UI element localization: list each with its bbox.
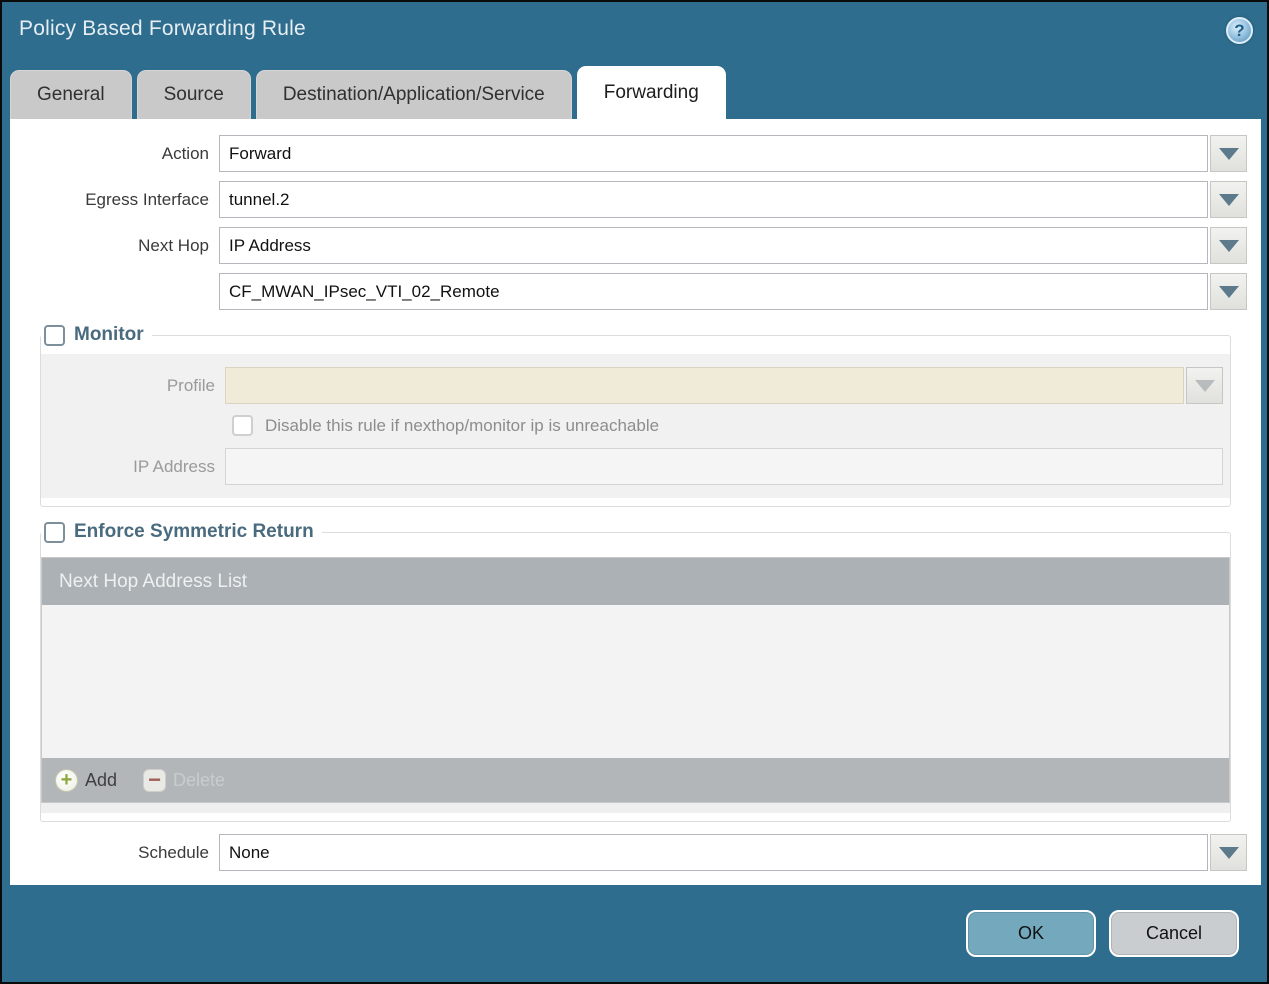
schedule-label: Schedule	[138, 842, 209, 862]
chevron-down-icon	[1218, 147, 1239, 160]
chevron-down-icon	[1194, 379, 1215, 392]
enforce-symmetric-return-section: Enforce Symmetric Return Next Hop Addres…	[40, 521, 1231, 822]
monitor-panel: Profile Disable this rule if nexthop/mon…	[41, 354, 1230, 498]
add-button[interactable]: + Add	[55, 768, 118, 792]
tab-bar: General Source Destination/Application/S…	[2, 66, 1267, 119]
schedule-row: Schedule	[10, 834, 1247, 871]
plus-icon: +	[55, 768, 78, 792]
help-icon[interactable]: ?	[1226, 17, 1253, 44]
delete-button[interactable]: − Delete	[143, 768, 226, 792]
schedule-input[interactable]	[219, 834, 1208, 871]
monitor-ip-label: IP Address	[133, 456, 215, 476]
chevron-down-icon	[1218, 193, 1239, 206]
delete-button-label: Delete	[173, 769, 226, 790]
dialog-titlebar: Policy Based Forwarding Rule ?	[2, 2, 1267, 66]
action-input[interactable]	[219, 135, 1208, 172]
next-hop-address-dropdown-button[interactable]	[1210, 273, 1247, 310]
tab-forwarding[interactable]: Forwarding	[576, 66, 726, 119]
chevron-down-icon	[1218, 285, 1239, 298]
table-bottom-strip	[41, 803, 1230, 813]
dialog-title: Policy Based Forwarding Rule	[19, 17, 306, 40]
minus-icon: −	[143, 768, 167, 792]
tab-destination-application-service[interactable]: Destination/Application/Service	[255, 70, 572, 119]
profile-dropdown-button	[1186, 367, 1223, 404]
next-hop-address-row	[10, 273, 1247, 310]
chevron-down-icon	[1218, 846, 1239, 859]
tab-source[interactable]: Source	[136, 70, 251, 119]
disable-rule-checkbox	[232, 415, 253, 436]
disable-rule-row: Disable this rule if nexthop/monitor ip …	[232, 415, 1223, 436]
tab-general[interactable]: General	[10, 70, 132, 119]
monitor-section-title: Monitor	[74, 324, 144, 345]
enforce-symmetric-return-checkbox[interactable]	[44, 521, 65, 543]
profile-input	[225, 367, 1184, 404]
monitor-ip-row: IP Address	[41, 448, 1223, 485]
monitor-section: Monitor Profile Disable this rule if nex…	[40, 324, 1231, 507]
schedule-dropdown-button[interactable]	[1210, 834, 1247, 871]
policy-based-forwarding-dialog: Policy Based Forwarding Rule ? General S…	[0, 0, 1269, 984]
next-hop-type-dropdown-button[interactable]	[1210, 227, 1247, 264]
add-button-label: Add	[85, 769, 118, 790]
next-hop-address-list-table: Next Hop Address List + Add − Delete	[41, 557, 1230, 803]
chevron-down-icon	[1218, 239, 1239, 252]
action-label: Action	[161, 143, 209, 163]
next-hop-row: Next Hop	[10, 227, 1247, 264]
egress-interface-row: Egress Interface	[10, 181, 1247, 218]
enforce-symmetric-return-title: Enforce Symmetric Return	[74, 521, 314, 542]
dialog-footer: OK Cancel	[2, 885, 1267, 982]
next-hop-label: Next Hop	[138, 235, 209, 255]
next-hop-type-input[interactable]	[219, 227, 1208, 264]
ok-button[interactable]: OK	[966, 910, 1096, 957]
profile-row: Profile	[41, 367, 1223, 404]
action-row: Action	[10, 135, 1247, 172]
action-dropdown-button[interactable]	[1210, 135, 1247, 172]
disable-rule-label: Disable this rule if nexthop/monitor ip …	[265, 415, 660, 435]
next-hop-address-list-toolbar: + Add − Delete	[42, 758, 1229, 802]
egress-interface-input[interactable]	[219, 181, 1208, 218]
monitor-ip-input	[225, 448, 1223, 485]
cancel-button[interactable]: Cancel	[1109, 910, 1239, 957]
next-hop-address-list-header: Next Hop Address List	[42, 558, 1229, 605]
egress-interface-dropdown-button[interactable]	[1210, 181, 1247, 218]
forwarding-tab-panel: Action Egress Interface Next Hop	[10, 119, 1261, 885]
next-hop-address-list-body	[42, 605, 1229, 758]
egress-interface-label: Egress Interface	[85, 189, 209, 209]
next-hop-address-input[interactable]	[219, 273, 1208, 310]
profile-label: Profile	[166, 375, 215, 395]
monitor-checkbox[interactable]	[44, 324, 65, 346]
